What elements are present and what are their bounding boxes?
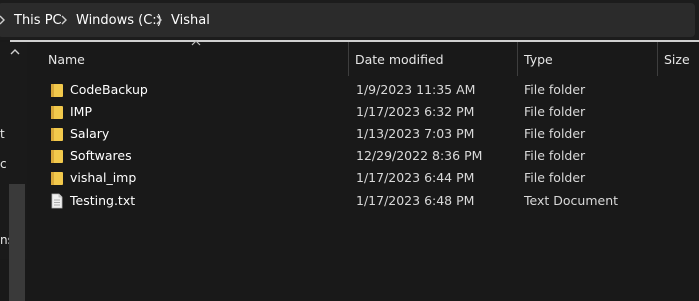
breadcrumb[interactable]: This PC Windows (C:) Vishal [0, 3, 695, 37]
file-row[interactable]: IMP 1/17/2023 6:32 PM File folder [27, 101, 699, 123]
file-row[interactable]: Softwares 12/29/2022 8:36 PM File folder [27, 145, 699, 167]
breadcrumb-vishal[interactable]: Vishal [171, 13, 210, 28]
column-header-size[interactable]: Size [664, 52, 690, 67]
chevron-right-icon[interactable] [0, 14, 6, 26]
file-date-modified: 1/17/2023 6:32 PM [356, 104, 475, 119]
column-header-type[interactable]: Type [524, 52, 553, 67]
file-type: Text Document [524, 193, 619, 208]
nav-scrollbar[interactable] [9, 184, 25, 301]
file-name[interactable]: Salary [70, 126, 109, 141]
text-file-icon [51, 193, 63, 209]
file-type: File folder [524, 148, 586, 163]
folder-icon [51, 106, 63, 119]
file-date-modified: 1/17/2023 6:44 PM [356, 170, 475, 185]
chevron-right-icon[interactable] [60, 14, 68, 26]
file-name[interactable]: Softwares [70, 148, 132, 163]
file-row[interactable]: vishal_imp 1/17/2023 6:44 PM File folder [27, 167, 699, 189]
folder-icon [51, 84, 63, 97]
sort-ascending-icon [191, 40, 201, 46]
file-name[interactable]: CodeBackup [70, 82, 148, 97]
breadcrumb-windows-c[interactable]: Windows (C:) [76, 13, 162, 28]
breadcrumb-this-pc[interactable]: This PC [14, 13, 62, 28]
column-header-date-modified[interactable]: Date modified [355, 52, 444, 67]
file-name[interactable]: vishal_imp [70, 170, 136, 185]
folder-icon [51, 128, 63, 141]
column-divider[interactable] [657, 42, 658, 76]
folder-icon [51, 150, 63, 163]
file-row[interactable]: Testing.txt 1/17/2023 6:48 PM Text Docum… [27, 190, 699, 212]
nav-item-fragment[interactable]: c [0, 158, 7, 170]
file-list-pane[interactable]: Name Date modified Type Size CodeBackup … [27, 40, 699, 259]
file-name[interactable]: Testing.txt [70, 193, 135, 208]
file-type: File folder [524, 82, 586, 97]
file-type: File folder [524, 126, 586, 141]
file-type: File folder [524, 104, 586, 119]
file-type: File folder [524, 170, 586, 185]
column-header-name[interactable]: Name [48, 52, 85, 67]
column-divider[interactable] [348, 42, 349, 76]
chevron-right-icon[interactable] [155, 14, 163, 26]
file-date-modified: 1/9/2023 11:35 AM [356, 82, 476, 97]
file-date-modified: 12/29/2022 8:36 PM [356, 148, 483, 163]
file-row[interactable]: CodeBackup 1/9/2023 11:35 AM File folder [27, 79, 699, 101]
file-name[interactable]: IMP [70, 104, 92, 119]
file-date-modified: 1/17/2023 6:48 PM [356, 193, 475, 208]
file-row[interactable]: Salary 1/13/2023 7:03 PM File folder [27, 123, 699, 145]
nav-item-fragment[interactable]: t [0, 128, 5, 140]
navigation-pane[interactable]: t c ns [0, 42, 27, 301]
folder-icon [51, 172, 63, 185]
scroll-up-icon[interactable] [10, 48, 20, 56]
column-divider[interactable] [517, 42, 518, 76]
file-date-modified: 1/13/2023 7:03 PM [356, 126, 475, 141]
address-bar: This PC Windows (C:) Vishal [0, 0, 699, 40]
